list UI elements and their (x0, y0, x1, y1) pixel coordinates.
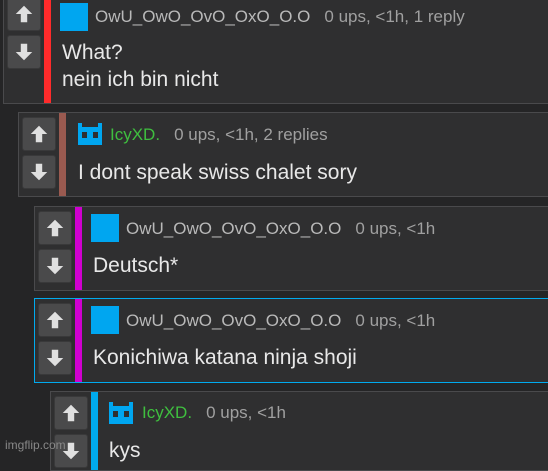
vote-column (35, 207, 75, 290)
user-avatar[interactable] (76, 119, 104, 147)
upvote-button[interactable] (38, 211, 72, 245)
username-link[interactable]: OwU_OwO_OvO_OxO_O.O (126, 311, 341, 330)
upvote-button[interactable] (7, 0, 41, 31)
user-avatar[interactable] (107, 398, 135, 426)
comment-line: I dont speak swiss chalet sory (78, 161, 357, 184)
comment-stats: 0 ups, <1h, 2 replies (174, 125, 328, 144)
comment-body: Konichiwa katana ninja shoji (93, 344, 357, 371)
thread-accent-bar (91, 392, 98, 470)
downvote-button[interactable] (7, 35, 41, 69)
upvote-button[interactable] (38, 303, 72, 337)
arrow-up-icon (30, 125, 48, 143)
comment-1: OwU_OwO_OvO_OxO_O.O 0 ups, <1h, 1 reply W… (3, 0, 548, 104)
arrow-up-icon (15, 5, 33, 23)
thread-accent-bar (75, 207, 82, 290)
vote-column (35, 299, 75, 382)
arrow-down-icon (46, 257, 64, 275)
arrow-up-icon (46, 311, 64, 329)
downvote-button[interactable] (22, 155, 56, 189)
comment-line: Deutsch* (93, 254, 179, 277)
vote-column (19, 113, 59, 196)
comment-line: What? (62, 41, 123, 64)
arrow-down-icon (46, 349, 64, 367)
comment-line: kys (109, 439, 141, 462)
comment-2: IcyXD. 0 ups, <1h, 2 replies I dont speak… (18, 112, 548, 197)
downvote-button[interactable] (38, 341, 72, 375)
user-avatar[interactable] (91, 306, 119, 334)
comment-stats: 0 ups, <1h (355, 219, 436, 238)
username-link[interactable]: IcyXD. (110, 125, 160, 144)
comment-meta: IcyXD. 0 ups, <1h, 2 replies (110, 125, 328, 145)
username-link[interactable]: OwU_OwO_OvO_OxO_O.O (95, 7, 310, 26)
comment-4: OwU_OwO_OvO_OxO_O.O 0 ups, <1h Konichiwa … (34, 298, 548, 383)
arrow-up-icon (62, 404, 80, 422)
username-link[interactable]: OwU_OwO_OvO_OxO_O.O (126, 219, 341, 238)
downvote-button[interactable] (38, 249, 72, 283)
vote-column (4, 0, 44, 103)
blue-cat-avatar-icon (109, 402, 133, 424)
username-link[interactable]: IcyXD. (142, 403, 192, 422)
site-watermark: imgflip.com (5, 438, 66, 452)
upvote-button[interactable] (54, 396, 88, 430)
comment-body: What? nein ich bin nicht (62, 39, 218, 93)
comment-body: kys (109, 437, 141, 464)
thread-accent-bar (75, 299, 82, 382)
comment-stats: 0 ups, <1h (206, 403, 286, 422)
upvote-button[interactable] (22, 117, 56, 151)
user-avatar[interactable] (91, 214, 119, 242)
comment-3: OwU_OwO_OvO_OxO_O.O 0 ups, <1h Deutsch* (34, 206, 548, 291)
comment-body: I dont speak swiss chalet sory (78, 159, 357, 186)
comment-line: Konichiwa katana ninja shoji (93, 346, 357, 369)
thread-accent-bar (59, 113, 66, 196)
comment-5: IcyXD. 0 ups, <1h kys (50, 391, 548, 471)
blue-cat-avatar-icon (78, 123, 102, 145)
arrow-down-icon (30, 163, 48, 181)
arrow-down-icon (15, 43, 33, 61)
arrow-up-icon (46, 219, 64, 237)
comment-line: nein ich bin nicht (62, 68, 219, 91)
vote-column (51, 392, 91, 470)
comment-meta: OwU_OwO_OvO_OxO_O.O 0 ups, <1h (126, 311, 435, 331)
comment-meta: OwU_OwO_OvO_OxO_O.O 0 ups, <1h (126, 219, 435, 239)
comment-stats: 0 ups, <1h, 1 reply (324, 7, 465, 26)
thread-accent-bar (44, 0, 51, 103)
comment-stats: 0 ups, <1h (355, 311, 436, 330)
comment-body: Deutsch* (93, 252, 178, 279)
user-avatar[interactable] (60, 3, 88, 31)
comment-meta: OwU_OwO_OvO_OxO_O.O 0 ups, <1h, 1 reply (95, 7, 465, 27)
comment-meta: IcyXD. 0 ups, <1h (142, 403, 286, 423)
